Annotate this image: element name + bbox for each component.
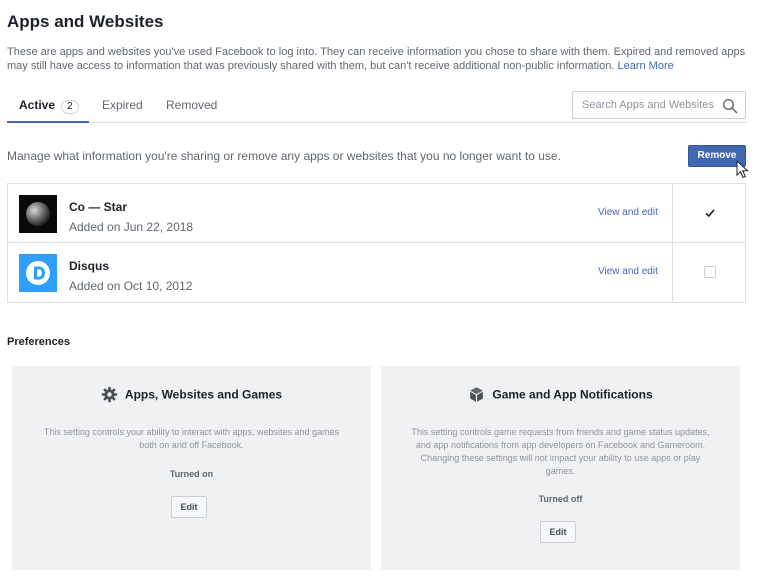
search-input[interactable] [582,97,720,113]
co-star-icon [19,195,57,233]
card-description: This setting controls game requests from… [411,427,710,476]
preferences-title: Preferences [7,336,70,348]
tab-expired[interactable]: Expired [102,98,143,123]
tab-removed[interactable]: Removed [166,98,217,123]
tab-active-label: Active [19,98,56,112]
card-title: Game and App Notifications [492,387,653,402]
card-title: Apps, Websites and Games [124,387,283,402]
app-added-date: Added on Oct 10, 2012 [69,279,193,293]
mouse-cursor-icon [736,160,749,179]
disqus-icon [19,254,57,292]
gear-icon [101,386,118,403]
card-status: Turned on [169,469,214,479]
manage-text: Manage what information you're sharing o… [7,149,561,163]
search-box [572,91,746,119]
card-status: Turned off [538,494,583,504]
app-checkbox-checked[interactable] [704,207,716,219]
active-count-badge: 2 [61,100,79,114]
view-and-edit-link[interactable]: View and edit [598,207,658,218]
apps-websites-games-card: Apps, Websites and Games This setting co… [12,366,371,570]
card-description: This setting controls your ability to in… [43,427,340,450]
app-row-disqus: Disqus Added on Oct 10, 2012 View and ed… [8,243,745,302]
card-heading: Apps, Websites and Games [12,386,371,403]
app-name: Disqus [69,259,110,273]
intro-text: These are apps and websites you've used … [7,45,747,73]
app-checkbox[interactable] [704,266,716,278]
select-cell [672,243,746,302]
edit-button[interactable]: Edit [540,521,576,543]
learn-more-link[interactable]: Learn More [617,60,673,72]
card-heading: Game and App Notifications [381,386,740,403]
edit-button[interactable]: Edit [171,496,207,518]
cube-icon [470,387,484,402]
app-name: Co — Star [69,200,128,214]
tab-active[interactable]: Active 2 [7,98,89,123]
game-app-notifications-card: Game and App Notifications This setting … [381,366,740,570]
page-title: Apps and Websites [7,12,164,31]
search-icon[interactable] [722,98,738,114]
app-row-co-star: Co — Star Added on Jun 22, 2018 View and… [8,184,745,243]
app-added-date: Added on Jun 22, 2018 [69,220,194,234]
select-cell [672,184,746,242]
view-and-edit-link[interactable]: View and edit [598,266,658,277]
app-list: Co — Star Added on Jun 22, 2018 View and… [7,183,746,303]
